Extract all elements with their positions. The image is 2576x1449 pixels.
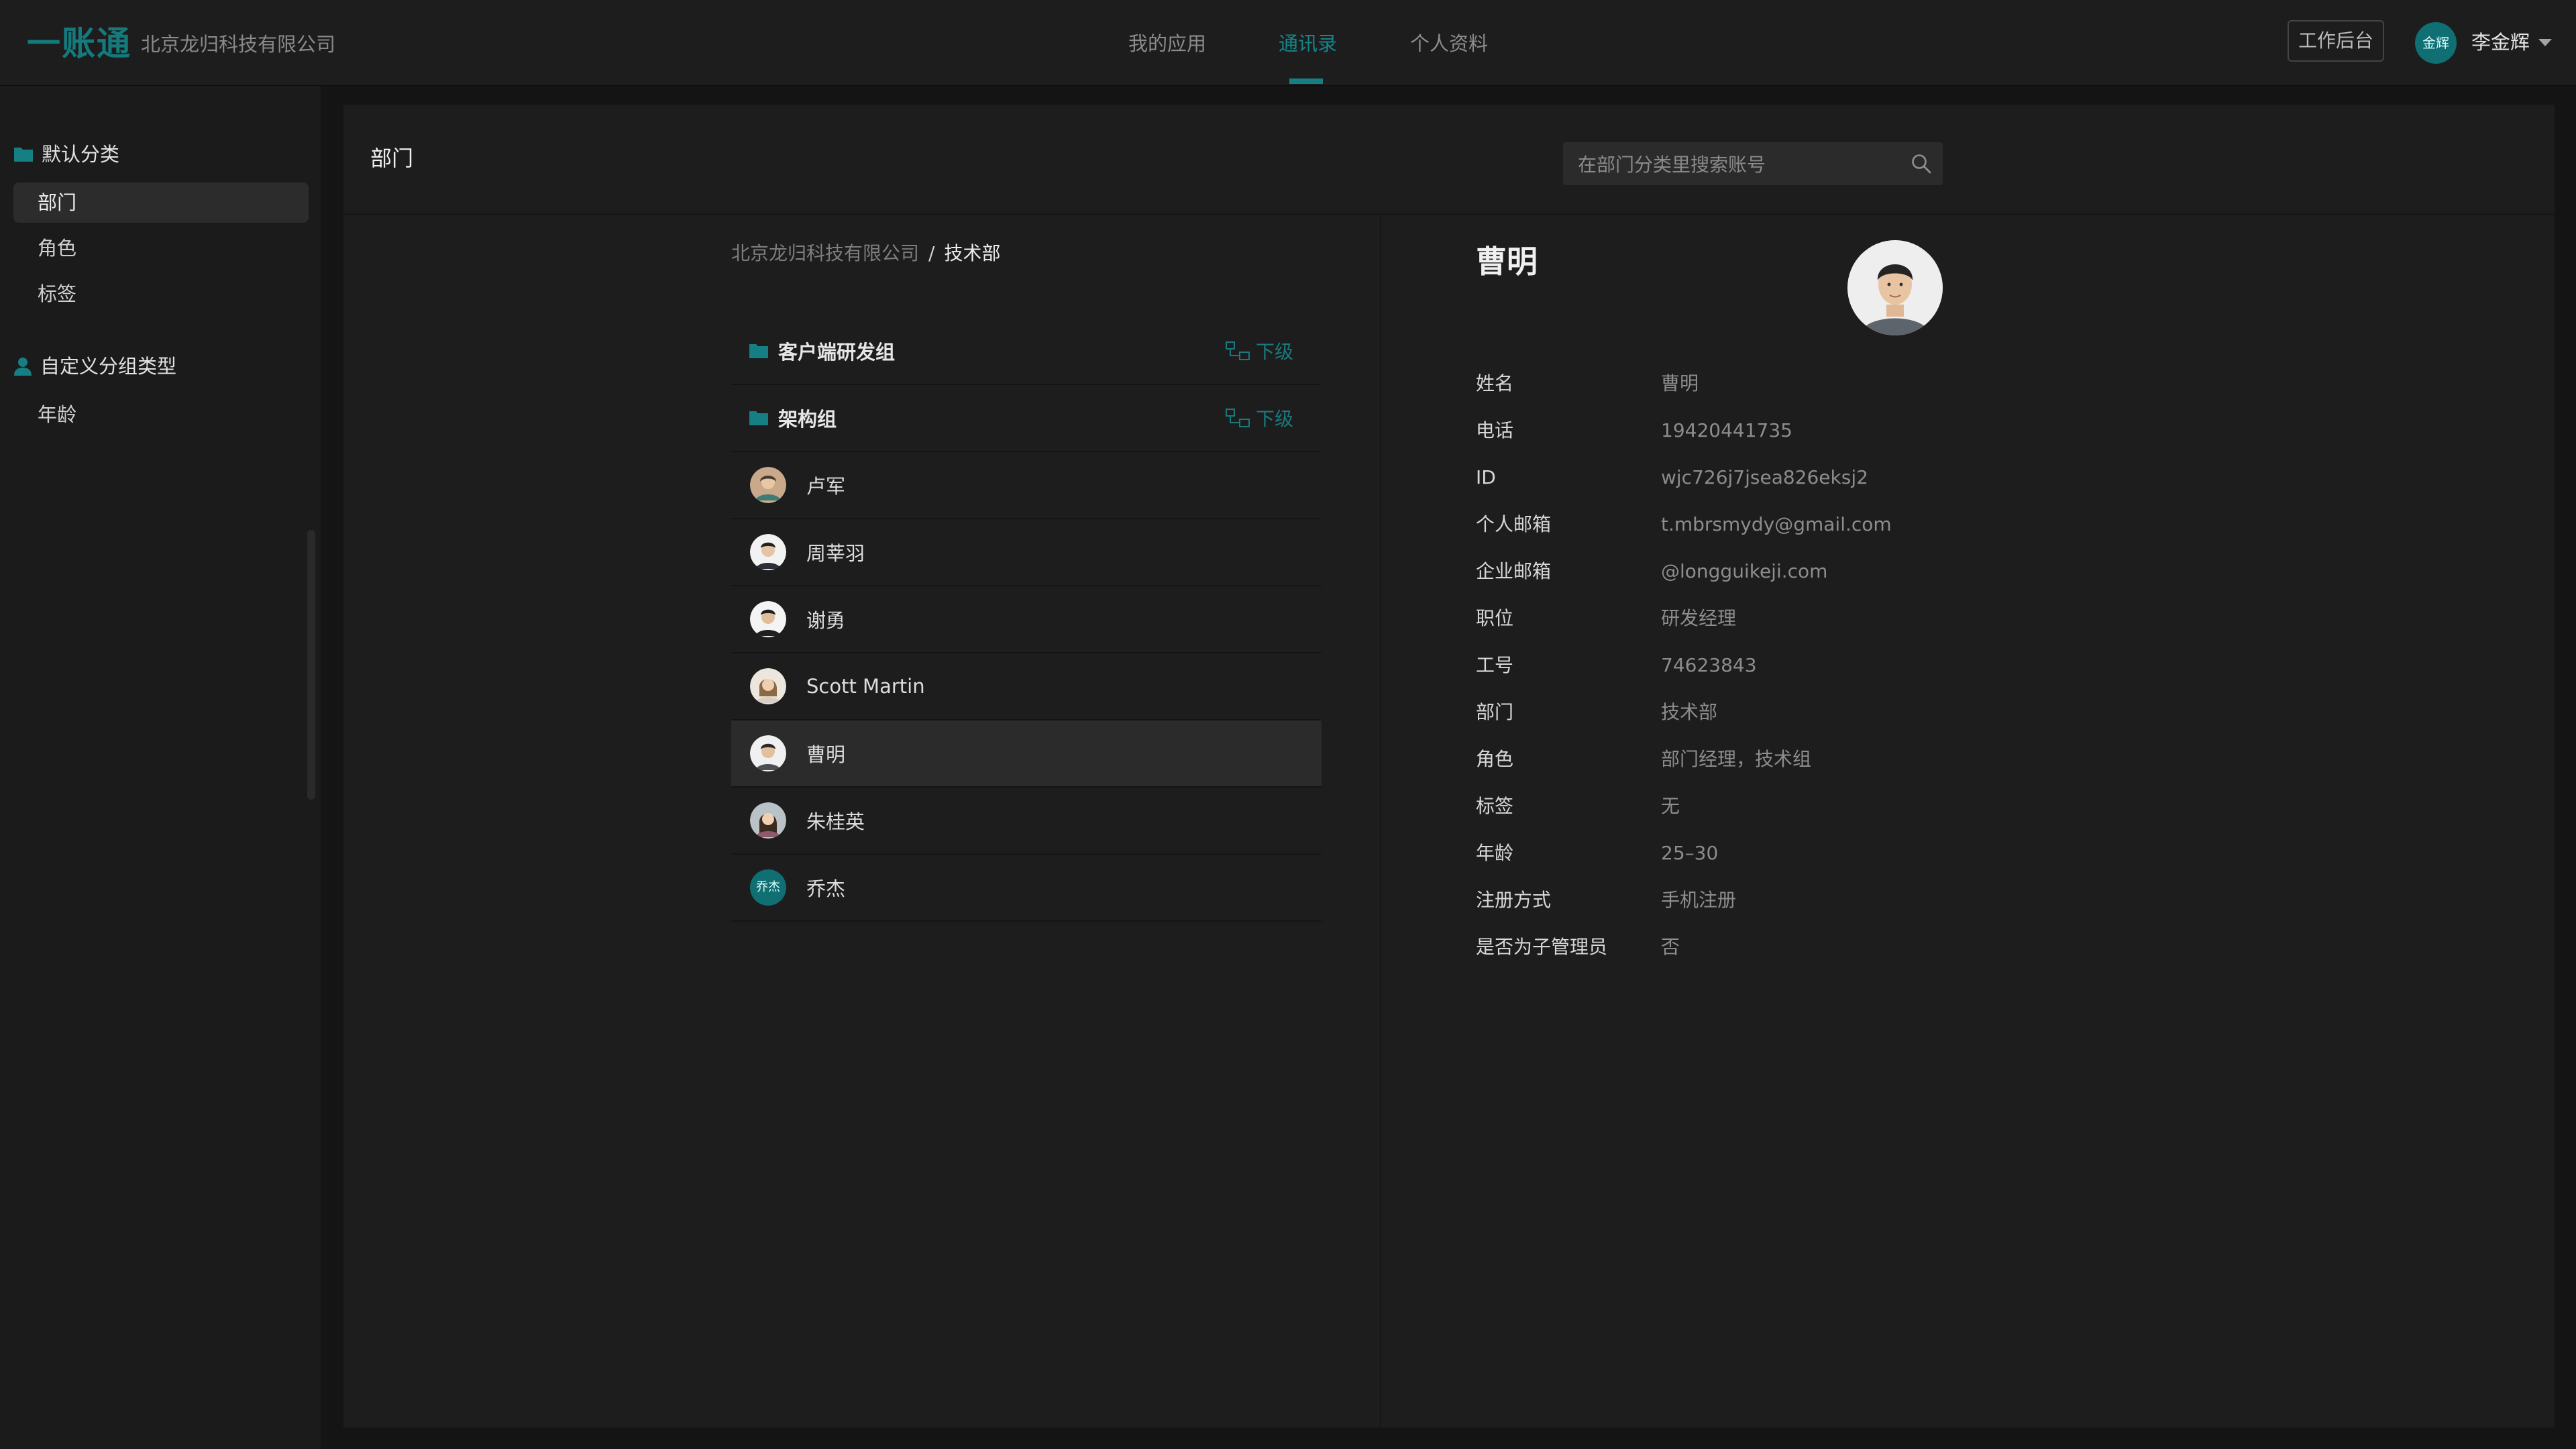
member-name: 周莘羽 xyxy=(806,542,865,565)
hierarchy-icon xyxy=(1225,409,1250,427)
field-label: 部门 xyxy=(1476,701,1514,723)
list-item-member[interactable]: 周莘羽 xyxy=(731,519,1322,586)
list-item-member[interactable]: 曹明 xyxy=(731,720,1322,788)
field-label: 是否为子管理员 xyxy=(1476,936,1608,958)
field-value: wjc726j7jsea826eksj2 xyxy=(1661,466,1868,488)
field-label: 职位 xyxy=(1476,607,1514,629)
sidebar-group-label: 默认分类 xyxy=(42,143,120,166)
member-name: 谢勇 xyxy=(806,609,846,632)
subordinate-link[interactable]: 下级 xyxy=(1225,405,1293,431)
field-label: ID xyxy=(1476,466,1496,488)
sidebar-scrollbar[interactable] xyxy=(307,530,315,800)
workbench-button[interactable]: 工作后台 xyxy=(2288,20,2384,62)
subordinate-label: 下级 xyxy=(1255,408,1293,430)
field-label: 电话 xyxy=(1476,419,1514,441)
list-item-member[interactable]: 谢勇 xyxy=(731,586,1322,653)
subordinate-label: 下级 xyxy=(1255,341,1293,363)
field-value: @longguikeji.com xyxy=(1661,560,1828,582)
breadcrumb-root[interactable]: 北京龙归科技有限公司 xyxy=(731,240,919,267)
sidebar-item-department[interactable]: 部门 xyxy=(13,182,309,223)
field-value: 否 xyxy=(1661,936,1680,958)
folder-icon xyxy=(749,411,768,425)
avatar xyxy=(750,735,786,771)
field-label: 标签 xyxy=(1476,795,1514,817)
field-value: 25–30 xyxy=(1661,842,1719,864)
field-label: 注册方式 xyxy=(1476,889,1552,911)
main-panel: 部门 xyxy=(343,105,2555,1428)
field-value: 74623843 xyxy=(1661,654,1757,676)
breadcrumb-separator: / xyxy=(928,242,935,264)
member-list: 客户端研发组 下级 架构组 下级 卢军 周莘羽 谢勇 Scott Martin … xyxy=(731,318,1322,922)
field-label: 角色 xyxy=(1476,748,1514,770)
field-value: 曹明 xyxy=(1661,372,1699,394)
panel-divider xyxy=(1380,215,1381,1428)
breadcrumb: 北京龙归科技有限公司 / 技术部 xyxy=(731,240,1000,267)
field-label: 年龄 xyxy=(1476,842,1514,864)
folder-label: 客户端研发组 xyxy=(778,341,896,364)
avatar xyxy=(750,467,786,503)
hierarchy-icon xyxy=(1225,341,1250,360)
field-label: 企业邮箱 xyxy=(1476,560,1552,582)
search-icon[interactable] xyxy=(1911,153,1932,174)
field-label: 工号 xyxy=(1476,654,1514,676)
sidebar: 默认分类 部门 角色 标签 自定义分组类型 年龄 xyxy=(0,86,321,1449)
sidebar-group-custom: 自定义分组类型 xyxy=(13,353,176,380)
page-title: 部门 xyxy=(370,146,414,171)
field-label: 姓名 xyxy=(1476,372,1514,394)
field-value: 研发经理 xyxy=(1661,607,1737,629)
panel-header: 部门 xyxy=(343,105,2555,215)
sidebar-item-tag[interactable]: 标签 xyxy=(13,274,309,314)
field-value: 技术部 xyxy=(1661,701,1718,723)
app-logo[interactable]: 一账通 xyxy=(27,20,131,67)
list-item-member[interactable]: 朱桂英 xyxy=(731,788,1322,855)
folder-icon xyxy=(749,344,768,358)
company-name: 北京龙归科技有限公司 xyxy=(141,33,336,56)
list-item-folder[interactable]: 架构组 下级 xyxy=(731,385,1322,452)
subordinate-link[interactable]: 下级 xyxy=(1225,337,1293,364)
breadcrumb-current: 技术部 xyxy=(944,242,1001,264)
list-item-member[interactable]: Scott Martin xyxy=(731,653,1322,720)
field-value: 部门经理，技术组 xyxy=(1661,748,1812,770)
user-avatar[interactable]: 金辉 xyxy=(2415,22,2457,64)
avatar xyxy=(750,802,786,839)
user-name[interactable]: 李金辉 xyxy=(2471,29,2530,56)
list-item-member[interactable]: 卢军 xyxy=(731,452,1322,519)
sidebar-item-role[interactable]: 角色 xyxy=(13,228,309,268)
nav-profile[interactable]: 个人资料 xyxy=(1410,30,1488,58)
field-value: 无 xyxy=(1661,795,1680,817)
field-value: t.mbrsmydy@gmail.com xyxy=(1661,513,1892,535)
sidebar-group-label: 自定义分组类型 xyxy=(40,355,177,378)
nav-my-apps[interactable]: 我的应用 xyxy=(1128,30,1206,58)
avatar xyxy=(750,601,786,637)
chevron-down-icon[interactable] xyxy=(2538,39,2552,46)
sidebar-item-age[interactable]: 年龄 xyxy=(13,394,309,435)
folder-label: 架构组 xyxy=(778,408,837,431)
detail-name: 曹明 xyxy=(1476,244,1538,280)
avatar xyxy=(750,668,786,704)
top-bar: 一账通 北京龙归科技有限公司 我的应用 通讯录 个人资料 工作后台 金辉 李金辉 xyxy=(0,0,2576,86)
avatar: 乔杰 xyxy=(750,869,786,906)
member-name: 曹明 xyxy=(806,743,846,766)
avatar xyxy=(750,534,786,570)
search-box[interactable] xyxy=(1563,142,1943,186)
folder-icon xyxy=(14,148,33,162)
sidebar-group-default: 默认分类 xyxy=(13,141,119,168)
member-name: 卢军 xyxy=(806,475,846,498)
nav-contacts[interactable]: 通讯录 xyxy=(1279,30,1337,58)
field-label: 个人邮箱 xyxy=(1476,513,1552,535)
person-icon xyxy=(14,358,32,376)
member-name: Scott Martin xyxy=(806,675,925,698)
search-input[interactable] xyxy=(1576,142,1901,186)
nav-active-indicator xyxy=(1289,78,1323,84)
list-item-member[interactable]: 乔杰 乔杰 xyxy=(731,855,1322,922)
member-name: 乔杰 xyxy=(806,877,846,900)
detail-avatar xyxy=(1847,240,1943,335)
field-value: 19420441735 xyxy=(1661,419,1792,441)
list-item-folder[interactable]: 客户端研发组 下级 xyxy=(731,318,1322,385)
field-value: 手机注册 xyxy=(1661,889,1737,911)
member-name: 朱桂英 xyxy=(806,810,865,833)
